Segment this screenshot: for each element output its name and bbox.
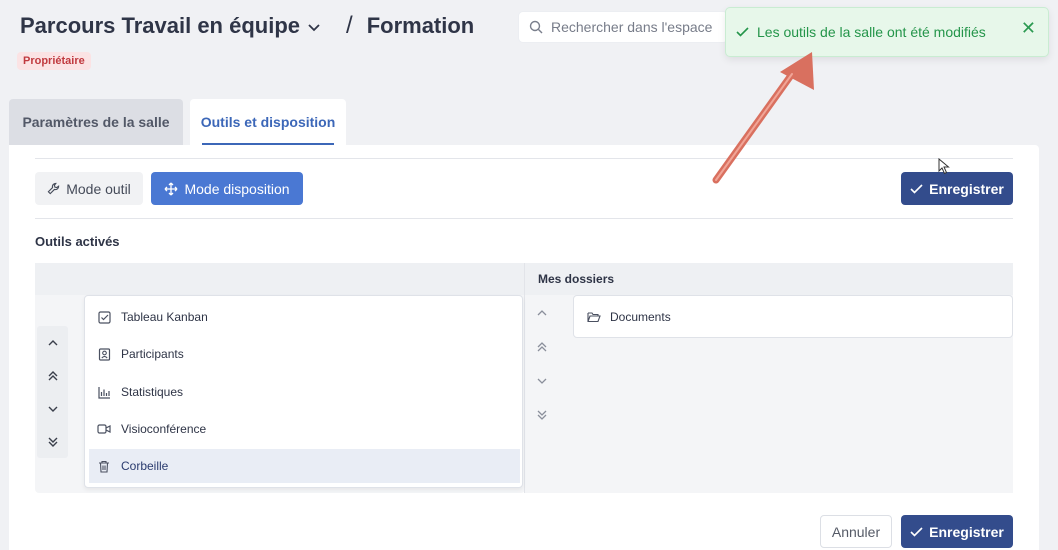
chevron-down-icon[interactable] (308, 20, 320, 35)
folder-move-up-button[interactable] (529, 296, 555, 330)
folder-move-bottom-button[interactable] (529, 398, 555, 432)
check-icon (910, 526, 923, 537)
wrench-icon (47, 182, 60, 195)
kanban-checkbox-icon (97, 310, 111, 324)
mode-layout-button[interactable]: Mode disposition (151, 172, 303, 205)
bar-chart-icon (97, 385, 111, 399)
cancel-button[interactable]: Annuler (820, 515, 892, 548)
double-chevron-up-icon (537, 342, 547, 352)
mode-tool-label: Mode outil (66, 180, 131, 197)
role-badge: Propriétaire (17, 52, 91, 70)
folder-label: Documents (610, 309, 671, 324)
mode-layout-label: Mode disposition (184, 180, 290, 197)
section-title: Outils activés (35, 234, 120, 249)
search-placeholder: Rechercher dans l'espace (551, 19, 713, 35)
list-item-video[interactable]: Visioconférence (89, 412, 520, 446)
tool-label: Participants (121, 347, 184, 361)
save-label: Enregistrer (929, 180, 1004, 197)
check-icon (910, 183, 923, 194)
save-button[interactable]: Enregistrer (901, 172, 1013, 205)
list-item-trash[interactable]: Corbeille (89, 449, 520, 483)
check-icon (736, 27, 749, 37)
trash-icon (97, 459, 111, 473)
tab-tools-layout[interactable]: Outils et disposition (190, 99, 346, 145)
breadcrumb: Parcours Travail en équipe / Formation (20, 12, 474, 40)
tool-label: Tableau Kanban (121, 310, 208, 324)
chevron-up-icon (48, 339, 57, 345)
list-item-kanban[interactable]: Tableau Kanban (89, 300, 520, 334)
divider (35, 218, 1013, 219)
active-tools-list: Tableau Kanban Participants Statistiques… (84, 295, 523, 488)
double-chevron-down-icon (537, 410, 547, 420)
contacts-icon (97, 347, 111, 361)
move-up-button[interactable] (37, 326, 68, 359)
list-item-statistics[interactable]: Statistiques (89, 375, 520, 409)
mouse-cursor-icon (938, 158, 950, 175)
chevron-up-icon (537, 310, 547, 316)
video-camera-icon (97, 422, 111, 436)
folders-header: Mes dossiers (525, 263, 1013, 295)
move-down-button[interactable] (37, 392, 68, 425)
toast-message: Les outils de la salle ont été modifiés (757, 24, 986, 40)
room-title: Formation (366, 13, 475, 38)
folder-move-top-button[interactable] (529, 330, 555, 364)
space-title[interactable]: Parcours Travail en équipe (20, 13, 300, 39)
tool-label: Corbeille (121, 459, 169, 473)
folder-reorder-controls (529, 296, 555, 432)
move-top-button[interactable] (37, 359, 68, 392)
breadcrumb-separator: / (346, 12, 353, 39)
tool-label: Statistiques (121, 385, 184, 399)
active-tools-zone-header (35, 263, 525, 295)
divider (35, 158, 1013, 159)
folder-item-documents[interactable]: Documents (573, 295, 1013, 338)
save-label: Enregistrer (929, 523, 1004, 540)
tab-room-settings[interactable]: Paramètres de la salle (9, 99, 183, 145)
move-bottom-button[interactable] (37, 425, 68, 458)
annotation-arrow-icon (712, 52, 814, 184)
folder-open-icon (587, 311, 601, 322)
folder-move-down-button[interactable] (529, 364, 555, 398)
double-chevron-down-icon (48, 437, 57, 447)
save-button-bottom[interactable]: Enregistrer (901, 515, 1013, 548)
chevron-down-icon (537, 378, 547, 384)
double-chevron-up-icon (48, 370, 57, 380)
tool-label: Visioconférence (121, 422, 207, 436)
list-item-participants[interactable]: Participants (89, 337, 520, 371)
move-arrows-icon (165, 182, 178, 195)
search-input[interactable]: Rechercher dans l'espace (518, 11, 728, 43)
tab-label: Outils et disposition (200, 114, 336, 130)
search-icon (529, 20, 543, 34)
reorder-controls (37, 326, 68, 458)
mode-tool-button[interactable]: Mode outil (35, 172, 143, 205)
zone-divider (524, 263, 525, 493)
chevron-down-icon (48, 406, 57, 412)
close-icon[interactable]: ✕ (1021, 18, 1036, 39)
